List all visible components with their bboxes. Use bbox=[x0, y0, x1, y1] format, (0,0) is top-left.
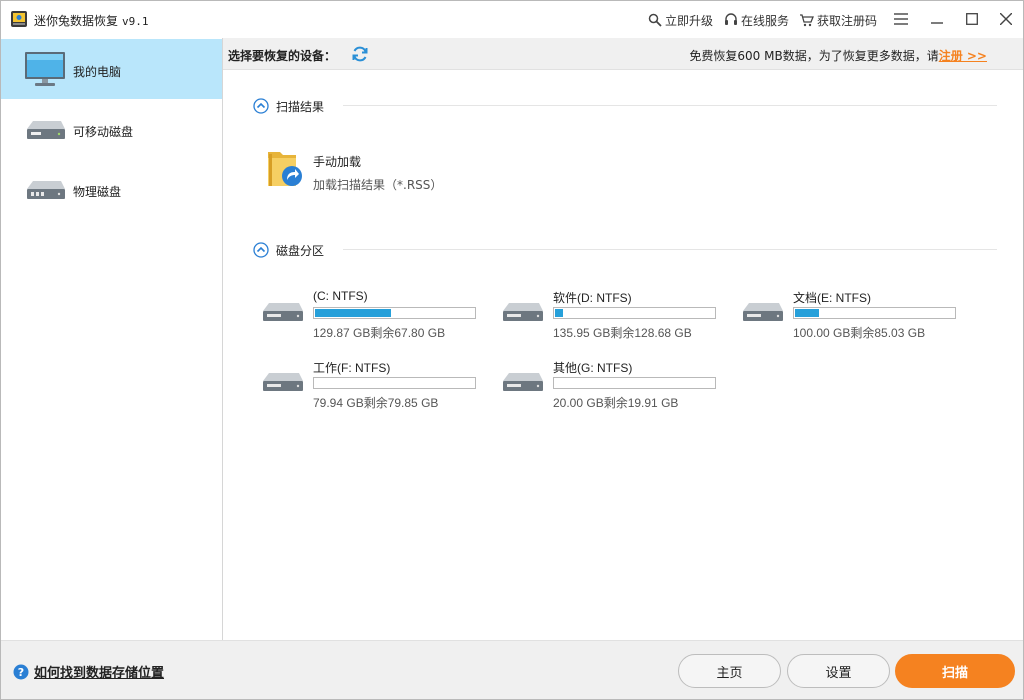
app-logo-icon bbox=[11, 11, 27, 27]
refresh-icon[interactable] bbox=[351, 45, 369, 63]
headset-icon bbox=[725, 13, 737, 25]
get-code-label: 获取注册码 bbox=[817, 13, 878, 28]
drive-name: 工作(F: NTFS) bbox=[313, 361, 391, 375]
help-link-text: 如何找到数据存储位置 bbox=[34, 666, 165, 681]
scan-button[interactable]: 扫描 bbox=[895, 654, 1015, 688]
drive-usage-fill bbox=[795, 309, 819, 317]
select-device-label: 选择要恢复的设备： bbox=[228, 49, 337, 63]
drive-name: 其他(G: NTFS) bbox=[553, 361, 633, 375]
maximize-icon bbox=[966, 13, 978, 25]
minimize-button[interactable] bbox=[922, 6, 952, 32]
drive-size: 79.94 GB剩余79.85 GB bbox=[313, 396, 439, 410]
close-button[interactable] bbox=[991, 6, 1021, 32]
maximize-button[interactable] bbox=[957, 6, 987, 32]
drive-usage-bar bbox=[553, 307, 716, 319]
sidebar-item-label: 物理磁盘 bbox=[73, 185, 122, 199]
hard-drive-icon bbox=[503, 303, 543, 321]
scan-results-title: 扫描结果 bbox=[276, 99, 325, 114]
drive-usage-fill bbox=[315, 309, 391, 317]
free-quota-text: 免费恢复600 MB数据，为了恢复更多数据，请 bbox=[689, 49, 939, 63]
drive-usage-bar bbox=[313, 307, 476, 319]
drive-size: 100.00 GB剩余85.03 GB bbox=[793, 326, 926, 340]
scan-results-header: 扫描结果 bbox=[253, 96, 324, 116]
online-service-link[interactable]: 在线服务 bbox=[724, 11, 789, 29]
svg-text:?: ? bbox=[18, 666, 24, 679]
home-button[interactable]: 主页 bbox=[678, 654, 781, 688]
manual-load-subtitle: 加载扫描结果（*.RSS） bbox=[313, 178, 443, 192]
register-link[interactable]: 注册 >> bbox=[939, 49, 987, 63]
drive-f[interactable]: 工作(F: NTFS) 79.94 GB剩余79.85 GB bbox=[261, 359, 491, 419]
app-version: v9.1 bbox=[122, 15, 149, 28]
sidebar-item-removable-disk[interactable]: 可移动磁盘 bbox=[1, 99, 222, 159]
section-divider bbox=[343, 105, 997, 106]
sidebar-item-my-computer[interactable]: 我的电脑 bbox=[1, 39, 222, 99]
removable-disk-icon bbox=[27, 121, 65, 139]
help-icon: ? bbox=[13, 664, 29, 679]
app-name: 迷你兔数据恢复 bbox=[34, 14, 119, 28]
physical-disk-icon bbox=[27, 181, 65, 199]
menu-button[interactable] bbox=[886, 6, 916, 32]
drive-usage-fill bbox=[555, 309, 563, 317]
drive-usage-bar bbox=[793, 307, 956, 319]
online-service-label: 在线服务 bbox=[741, 13, 790, 28]
app-title: 迷你兔数据恢复 v9.1 bbox=[34, 12, 149, 29]
sidebar-item-label: 我的电脑 bbox=[73, 65, 122, 79]
drive-size: 129.87 GB剩余67.80 GB bbox=[313, 326, 446, 340]
close-icon bbox=[1000, 13, 1012, 25]
sidebar: 我的电脑 可移动磁盘 物理磁盘 bbox=[1, 38, 223, 640]
drive-c[interactable]: (C: NTFS) 129.87 GB剩余67.80 GB bbox=[261, 289, 491, 349]
free-quota-note: 免费恢复600 MB数据，为了恢复更多数据，请注册 >> bbox=[689, 47, 987, 64]
hard-drive-icon bbox=[743, 303, 783, 321]
upgrade-label: 立即升级 bbox=[665, 13, 714, 28]
settings-button[interactable]: 设置 bbox=[787, 654, 890, 688]
drive-d[interactable]: 软件(D: NTFS) 135.95 GB剩余128.68 GB bbox=[501, 289, 731, 349]
drive-g[interactable]: 其他(G: NTFS) 20.00 GB剩余19.91 GB bbox=[501, 359, 731, 419]
upgrade-link[interactable]: 立即升级 bbox=[648, 11, 713, 29]
help-link[interactable]: ? 如何找到数据存储位置 bbox=[13, 662, 164, 681]
collapse-icon[interactable] bbox=[253, 98, 269, 114]
collapse-icon[interactable] bbox=[253, 242, 269, 258]
app-window: 迷你兔数据恢复 v9.1 立即升级 在线服务 获取注册码 我的电脑 可移动磁盘 … bbox=[0, 0, 1024, 700]
folder-load-icon bbox=[268, 152, 302, 186]
drive-name: 文档(E: NTFS) bbox=[793, 291, 871, 305]
search-upgrade-icon bbox=[648, 13, 662, 27]
drive-usage-bar bbox=[553, 377, 716, 389]
partitions-header: 磁盘分区 bbox=[253, 240, 324, 260]
sidebar-item-physical-disk[interactable]: 物理磁盘 bbox=[1, 159, 222, 219]
sidebar-item-label: 可移动磁盘 bbox=[73, 125, 134, 139]
manual-load-item[interactable]: 手动加载 加载扫描结果（*.RSS） bbox=[266, 146, 466, 192]
drive-name: 软件(D: NTFS) bbox=[553, 291, 632, 305]
drive-size: 135.95 GB剩余128.68 GB bbox=[553, 326, 692, 340]
device-header: 选择要恢复的设备： 免费恢复600 MB数据，为了恢复更多数据，请注册 >> bbox=[223, 38, 1023, 70]
drive-usage-bar bbox=[313, 377, 476, 389]
hard-drive-icon bbox=[263, 303, 303, 321]
minimize-icon bbox=[931, 22, 943, 24]
cart-icon bbox=[800, 14, 814, 27]
get-code-link[interactable]: 获取注册码 bbox=[799, 11, 877, 29]
manual-load-title: 手动加载 bbox=[313, 155, 362, 169]
monitor-icon bbox=[25, 52, 65, 86]
drive-name: (C: NTFS) bbox=[313, 289, 368, 303]
partitions-title: 磁盘分区 bbox=[276, 243, 325, 258]
section-divider bbox=[343, 249, 997, 250]
hard-drive-icon bbox=[503, 373, 543, 391]
footer-bar: ? 如何找到数据存储位置 主页 设置 扫描 bbox=[1, 640, 1023, 699]
drive-e[interactable]: 文档(E: NTFS) 100.00 GB剩余85.03 GB bbox=[741, 289, 971, 349]
drive-size: 20.00 GB剩余19.91 GB bbox=[553, 396, 679, 410]
hamburger-icon bbox=[894, 13, 908, 25]
title-bar: 迷你兔数据恢复 v9.1 立即升级 在线服务 获取注册码 bbox=[1, 1, 1023, 38]
hard-drive-icon bbox=[263, 373, 303, 391]
